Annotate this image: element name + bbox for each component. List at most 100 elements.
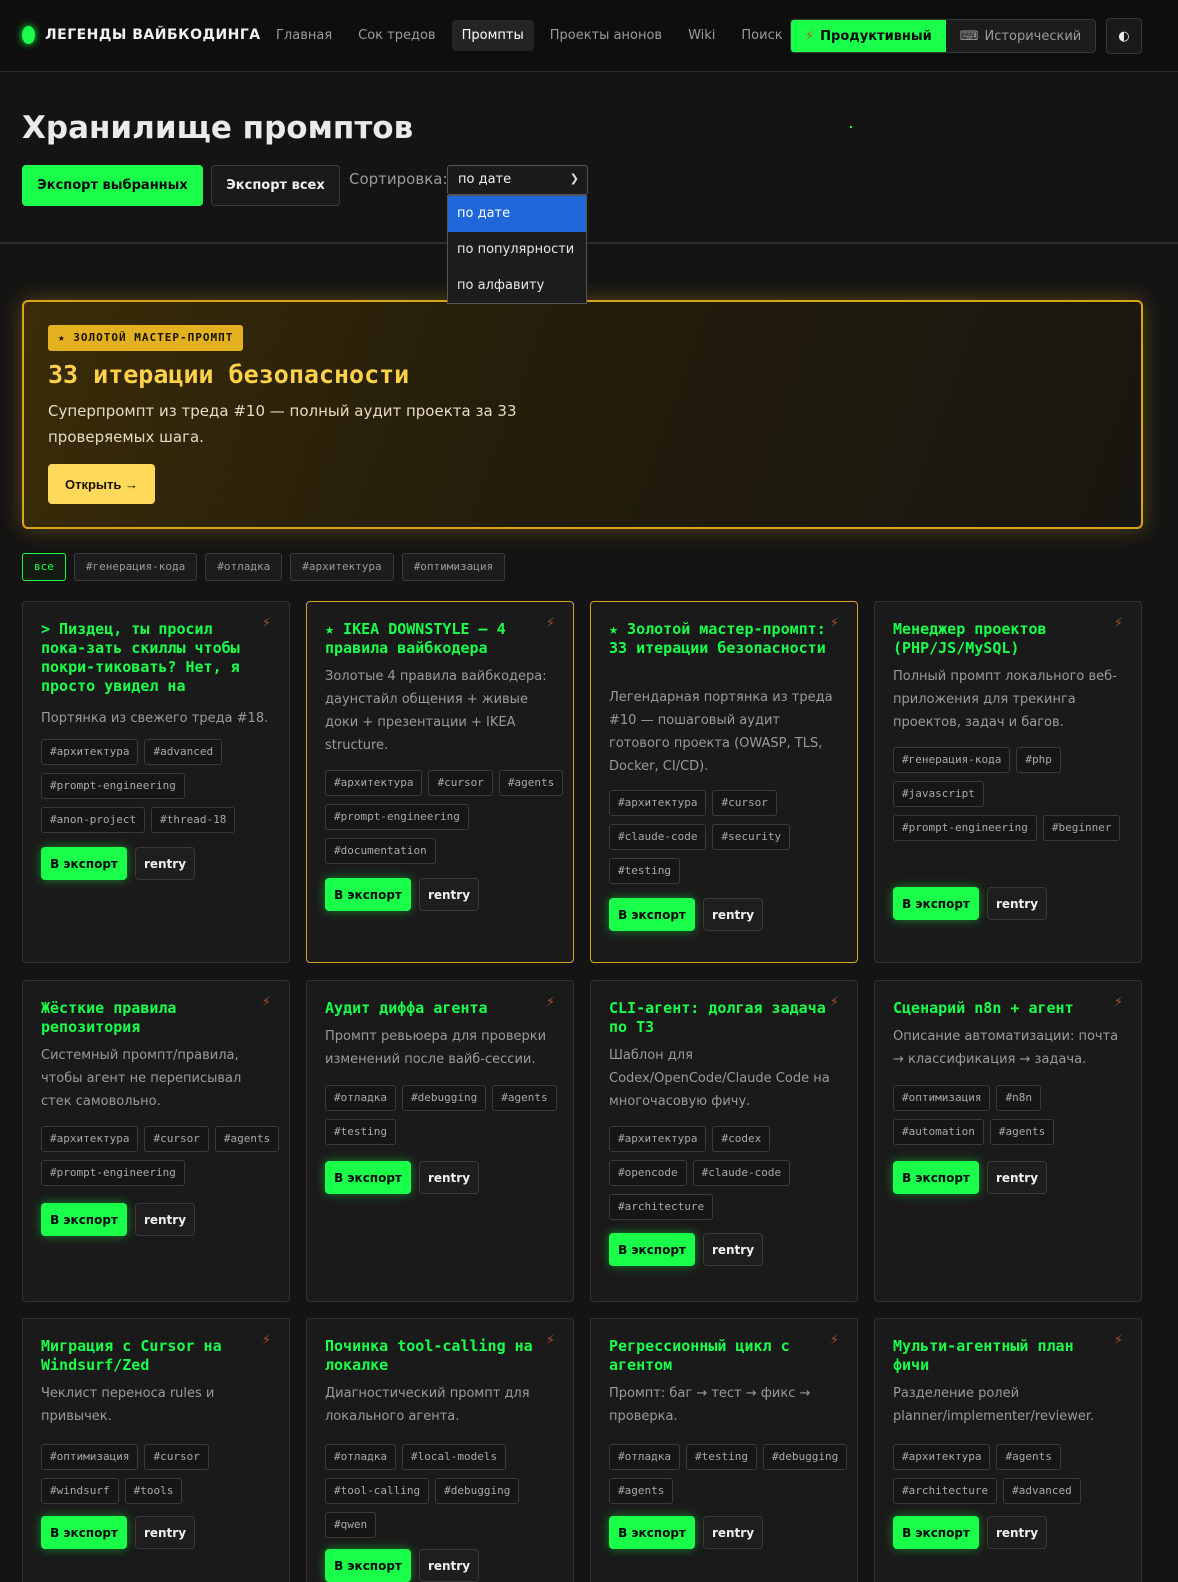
mode-historical-button[interactable]: ⌨ Исторический [945,20,1096,52]
filter-debugging[interactable]: #отладка [205,553,283,581]
card-tag[interactable]: #testing [609,858,680,884]
card-title[interactable]: ★ Золотой мастер-промпт: 33 итерации без… [609,620,831,658]
prompt-card[interactable]: Сценарий n8n + агент ⚡ Описание автомати… [874,980,1142,1302]
card-tag[interactable]: #cursor [712,790,777,816]
card-tag[interactable]: #security [712,824,791,850]
card-tag[interactable]: #tool-calling [325,1478,430,1504]
add-to-export-button[interactable]: В экспорт [609,898,695,931]
rentry-button[interactable]: rentry [419,878,479,911]
nav-link-search[interactable]: Поиск [731,20,792,51]
add-to-export-button[interactable]: В экспорт [325,1549,411,1582]
prompt-card[interactable]: ★ IKEA DOWNSTYLE — 4 правила вайбкодера … [306,601,574,963]
card-tag[interactable]: #agents [609,1478,674,1504]
card-tag[interactable]: #оптимизация [893,1085,991,1111]
card-title[interactable]: CLI-агент: долгая задача по ТЗ [609,999,831,1037]
filter-optimization[interactable]: #оптимизация [401,553,506,581]
card-tag[interactable]: #архитектура [41,739,139,765]
card-tag[interactable]: #advanced [1003,1478,1081,1504]
sort-option-alphabet[interactable]: по алфавиту [448,268,586,304]
theme-toggle-button[interactable]: ◐ [1106,18,1142,54]
nav-link-wiki[interactable]: Wiki [678,20,725,51]
card-title[interactable]: Миграция с Cursor на Windsurf/Zed [41,1337,263,1375]
card-title[interactable]: Мульти-агентный план фичи [893,1337,1115,1375]
card-title[interactable]: Сценарий n8n + агент [893,999,1115,1018]
prompt-card[interactable]: ★ Золотой мастер-промпт: 33 итерации без… [590,601,858,963]
nav-link-threads[interactable]: Сок тредов [348,20,445,51]
prompt-card[interactable]: Регрессионный цикл с агентом ⚡ Промпт: б… [590,1318,858,1582]
card-tag[interactable]: #cursor [144,1444,209,1470]
card-tag[interactable]: #automation [893,1119,984,1145]
rentry-button[interactable]: rentry [987,887,1047,920]
rentry-button[interactable]: rentry [135,1203,195,1236]
add-to-export-button[interactable]: В экспорт [41,1516,127,1549]
add-to-export-button[interactable]: В экспорт [41,1203,127,1236]
card-tag[interactable]: #anon-project [41,807,146,833]
card-tag[interactable]: #cursor [428,770,493,796]
sort-option-popularity[interactable]: по популярности [448,232,586,268]
sort-option-date[interactable]: по дате [448,196,586,232]
card-tag[interactable]: #генерация-кода [893,747,1011,773]
card-title[interactable]: Аудит диффа агента [325,999,547,1018]
card-tag[interactable]: #agents [214,1126,280,1152]
nav-link-prompts[interactable]: Промпты [451,20,534,51]
card-tag[interactable]: #thread-18 [151,807,236,833]
add-to-export-button[interactable]: В экспорт [609,1516,695,1549]
card-tag[interactable]: #cursor [144,1126,209,1152]
card-tag[interactable]: #отладка [325,1444,396,1470]
filter-architecture[interactable]: #архитектура [290,553,394,581]
card-tag[interactable]: #архитектура [893,1444,991,1470]
rentry-button[interactable]: rentry [987,1161,1047,1194]
card-tag[interactable]: #documentation [325,838,436,864]
card-tag[interactable]: #prompt-engineering [893,815,1037,841]
card-tag[interactable]: #архитектура [609,1126,707,1152]
card-tag[interactable]: #prompt-engineering [325,804,469,830]
prompt-card[interactable]: CLI-агент: долгая задача по ТЗ ⚡ Шаблон … [590,980,858,1302]
card-tag[interactable]: #tools [124,1478,183,1504]
card-tag[interactable]: #advanced [144,739,223,765]
card-tag[interactable]: #n8n [996,1085,1041,1111]
card-tag[interactable]: #opencode [609,1160,687,1186]
rentry-button[interactable]: rentry [419,1549,479,1582]
prompt-card[interactable]: > Пиздец, ты просил пока-зать скиллы что… [22,601,290,963]
add-to-export-button[interactable]: В экспорт [893,1516,979,1549]
nav-link-projects[interactable]: Проекты анонов [540,20,672,51]
prompt-card[interactable]: Аудит диффа агента ⚡ Промпт ревьюера для… [306,980,574,1302]
add-to-export-button[interactable]: В экспорт [325,878,411,911]
add-to-export-button[interactable]: В экспорт [893,887,979,920]
filter-all[interactable]: все [22,553,66,581]
add-to-export-button[interactable]: В экспорт [325,1161,411,1194]
add-to-export-button[interactable]: В экспорт [609,1233,695,1266]
sort-select[interactable]: по дате ❯ [447,165,588,195]
card-tag[interactable]: #отладка [325,1085,396,1111]
rentry-button[interactable]: rentry [703,1516,763,1549]
card-tag[interactable]: #local-models [401,1444,507,1470]
card-tag[interactable]: #codex [712,1126,771,1152]
card-title[interactable]: Регрессионный цикл с агентом [609,1337,831,1375]
card-tag[interactable]: #архитектура [609,790,707,816]
card-title[interactable]: Жёсткие правила репозитория [41,999,263,1037]
card-tag[interactable]: #debugging [401,1085,487,1111]
card-tag[interactable]: #архитектура [325,770,423,796]
prompt-card[interactable]: Жёсткие правила репозитория ⚡ Системный … [22,980,290,1302]
rentry-button[interactable]: rentry [703,898,763,931]
card-title[interactable]: > Пиздец, ты просил пока-зать скиллы что… [41,620,263,696]
card-tag[interactable]: #отладка [609,1444,680,1470]
card-tag[interactable]: #claude-code [692,1160,791,1186]
card-tag[interactable]: #qwen [325,1512,377,1538]
card-tag[interactable]: #debugging [435,1478,520,1504]
prompt-card[interactable]: Мульти-агентный план фичи ⚡ Разделение р… [874,1318,1142,1582]
card-tag[interactable]: #agents [498,770,564,796]
rentry-button[interactable]: rentry [419,1161,479,1194]
card-tag[interactable]: #architecture [609,1194,714,1220]
card-tag[interactable]: #debugging [762,1444,848,1470]
brand[interactable]: ЛЕГЕНДЫ ВАЙБКОДИНГА [22,26,261,44]
card-tag[interactable]: #testing [685,1444,757,1470]
card-tag[interactable]: #claude-code [609,824,707,850]
card-tag[interactable]: #оптимизация [41,1444,139,1470]
nav-link-home[interactable]: Главная [266,20,342,51]
filter-codegen[interactable]: #генерация-кода [73,553,198,581]
featured-open-button[interactable]: Открыть → [48,464,155,504]
card-tag[interactable]: #архитектура [41,1126,139,1152]
card-tag[interactable]: #prompt-engineering [41,773,185,799]
rentry-button[interactable]: rentry [987,1516,1047,1549]
